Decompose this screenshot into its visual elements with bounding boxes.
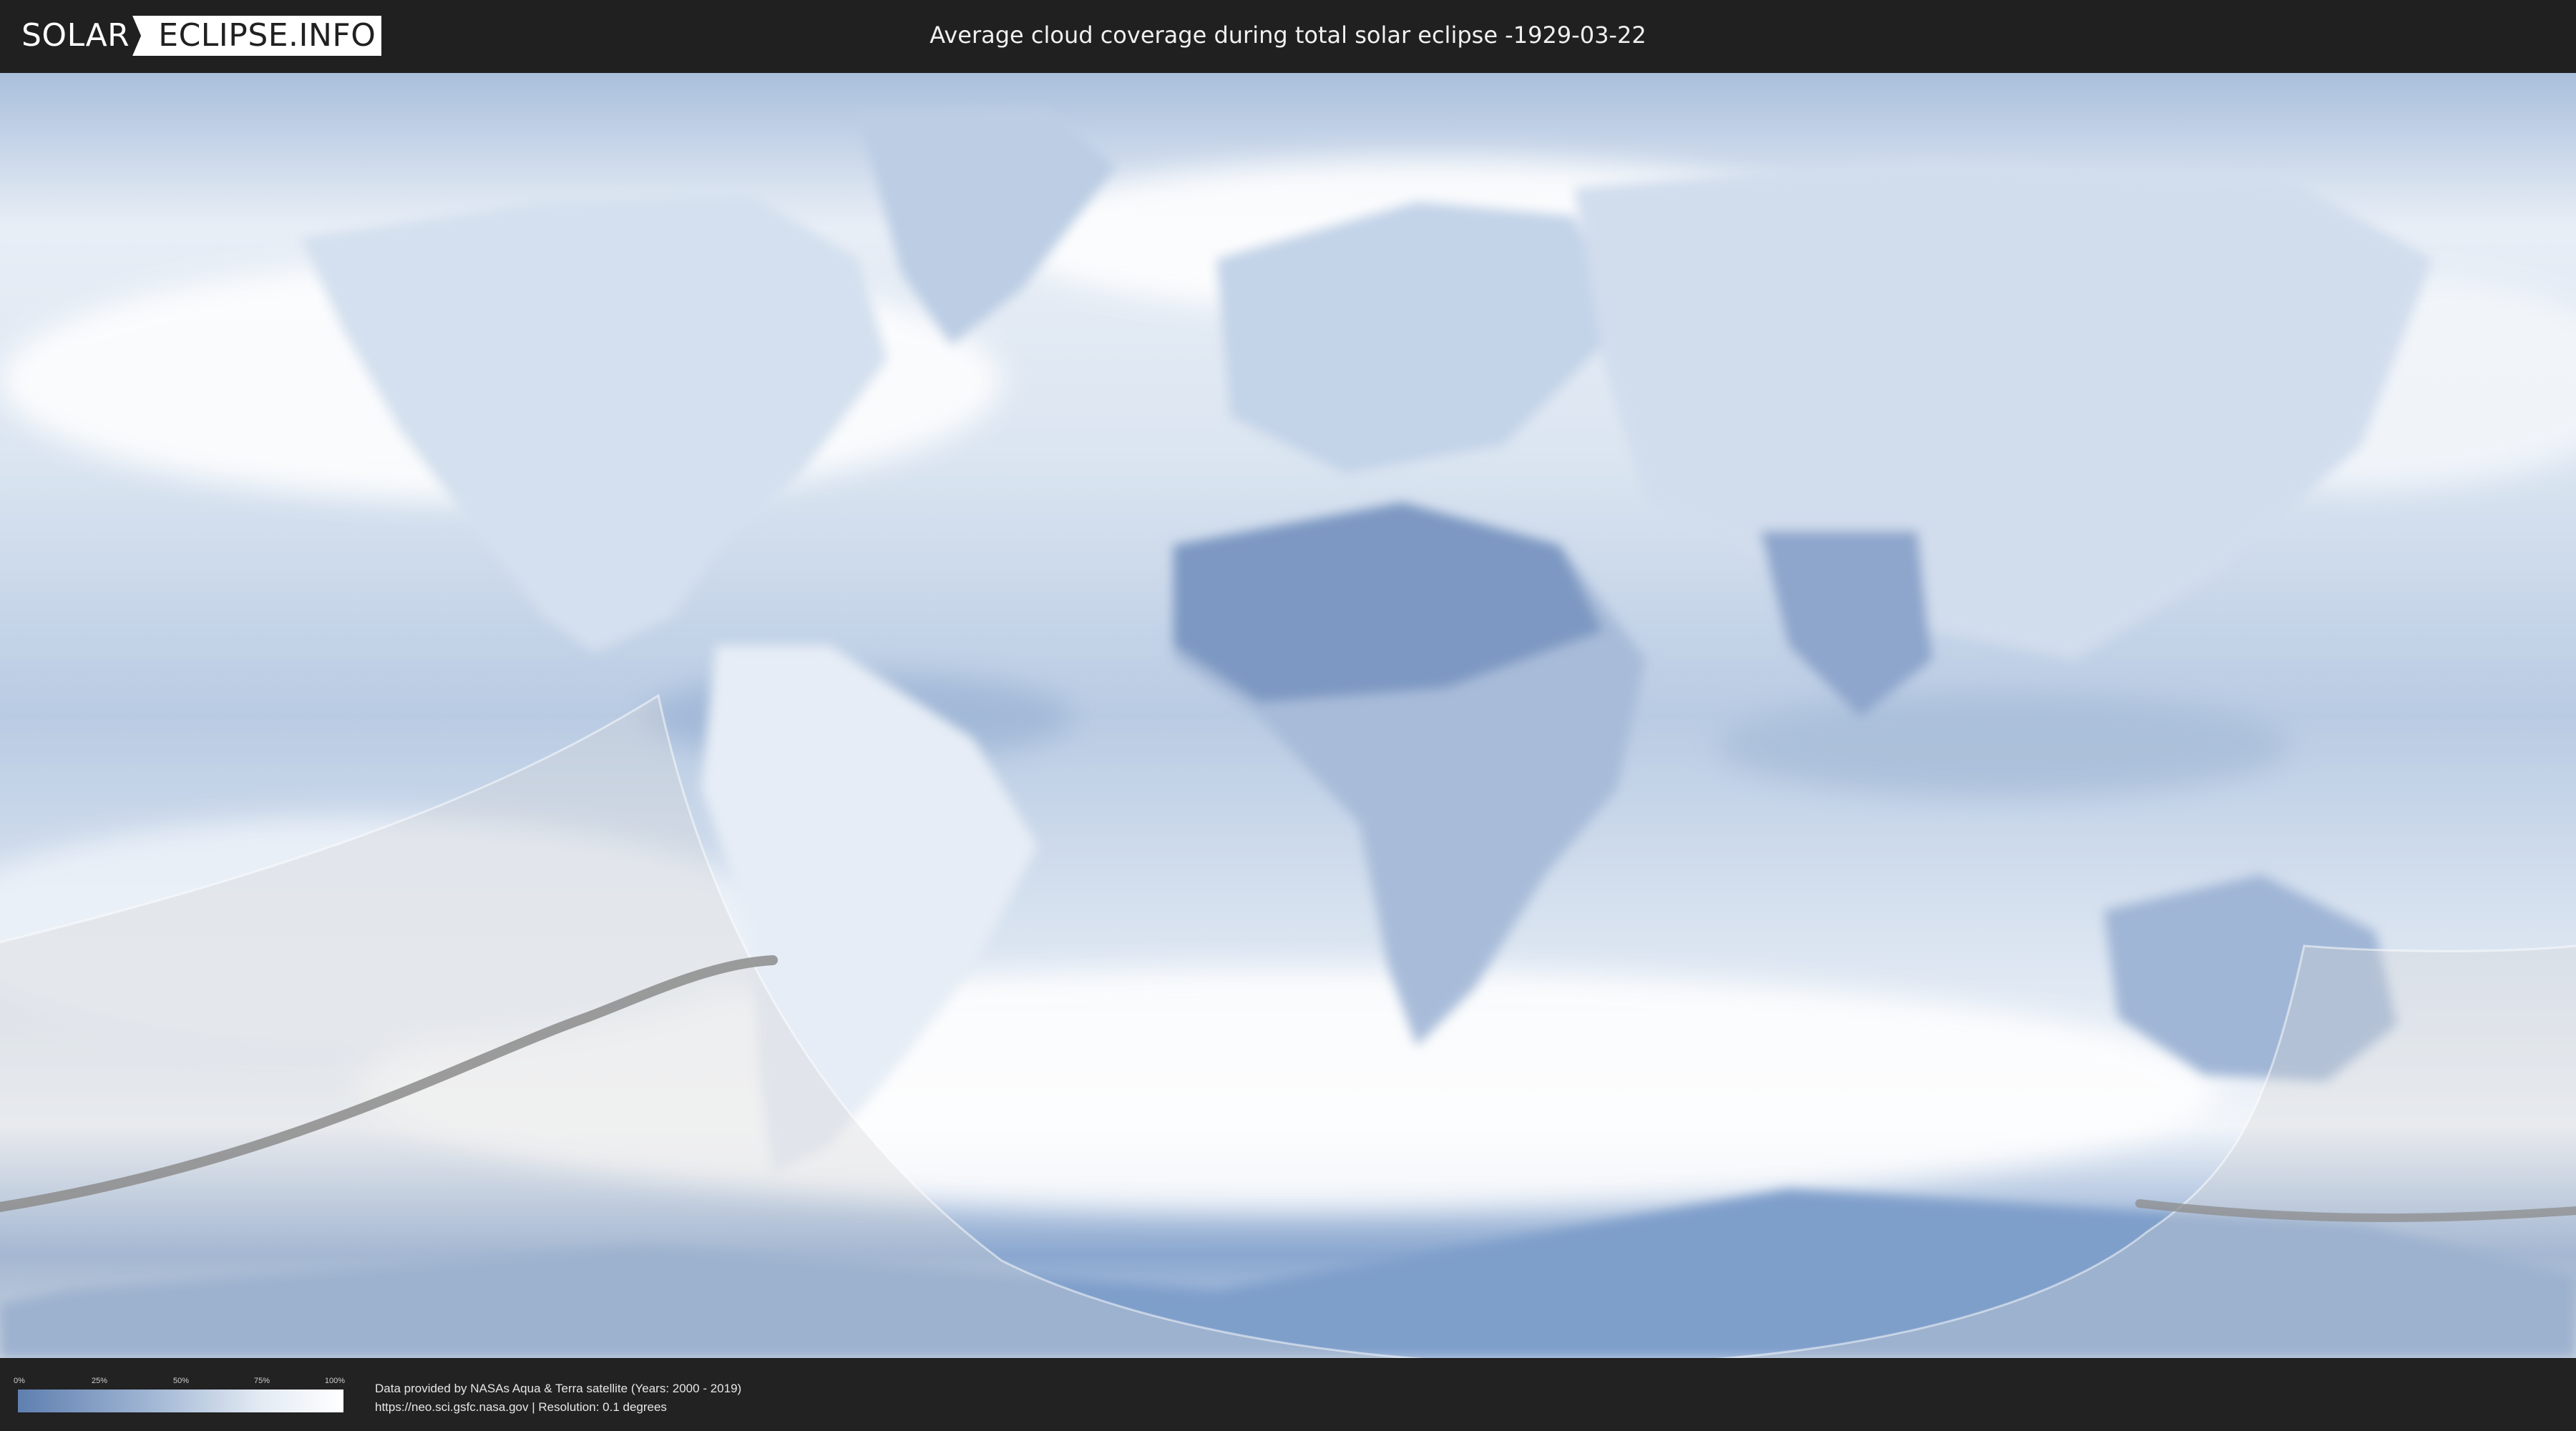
scale-ticks: 0% 25% 50% 75% 100% (14, 1377, 346, 1390)
data-credits: Data provided by NASAs Aqua & Terra sate… (375, 1379, 741, 1417)
footer-bar: 0% 25% 50% 75% 100% Data provided by NAS… (0, 1359, 2576, 1431)
page-title: Average cloud coverage during total sola… (930, 21, 1646, 49)
cloud-coverage-map[interactable] (0, 73, 2576, 1358)
scale-gradient-bar (18, 1390, 343, 1412)
header-bar: SOLAR ECLIPSE.INFO Average cloud coverag… (0, 0, 2576, 72)
world-map-svg (0, 73, 2576, 1358)
scale-tick-0: 0% (14, 1377, 25, 1385)
scale-tick-50: 50% (172, 1377, 190, 1385)
credits-line-url[interactable]: https://neo.sci.gsfc.nasa.gov | Resoluti… (375, 1398, 741, 1417)
scale-tick-75: 75% (253, 1377, 270, 1385)
credits-line-source: Data provided by NASAs Aqua & Terra sate… (375, 1382, 742, 1395)
scale-tick-25: 25% (91, 1377, 108, 1385)
cloud-coverage-scale: 0% 25% 50% 75% 100% (14, 1377, 346, 1412)
scale-tick-100: 100% (324, 1377, 346, 1385)
